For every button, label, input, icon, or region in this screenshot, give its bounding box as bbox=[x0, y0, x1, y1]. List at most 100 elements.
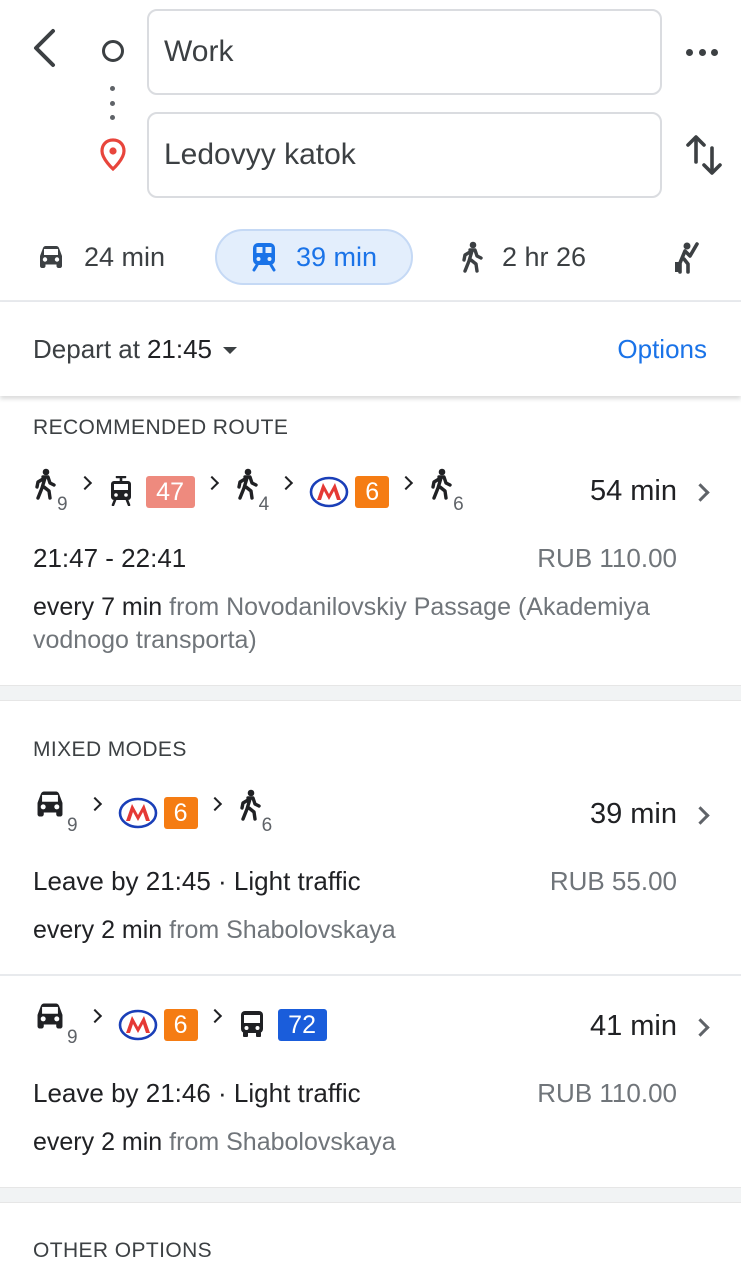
tram-icon bbox=[110, 476, 131, 506]
route-duration: 41 min bbox=[589, 1010, 677, 1042]
metro-line-badge: 6 bbox=[355, 476, 390, 508]
route-duration: 39 min bbox=[589, 798, 677, 830]
back-button[interactable] bbox=[26, 26, 62, 70]
swap-icon bbox=[686, 135, 722, 175]
route-dots-icon bbox=[110, 86, 116, 120]
section-separator bbox=[0, 1187, 741, 1203]
chevron-right-icon bbox=[77, 475, 92, 491]
more-dot-icon bbox=[686, 48, 693, 56]
mode-drive-time: 24 min bbox=[84, 241, 166, 272]
step-metro: 6 bbox=[118, 797, 198, 829]
metro-logo-icon bbox=[118, 1009, 157, 1041]
more-dot-icon bbox=[711, 48, 718, 56]
walk-icon bbox=[239, 789, 261, 821]
depart-time: 21:45 bbox=[146, 334, 213, 364]
step-car: 9 bbox=[33, 789, 78, 837]
drive-minutes: 9 bbox=[67, 1027, 78, 1048]
route-fare: RUB 55.00 bbox=[549, 866, 677, 896]
mode-tab-transit[interactable]: 39 min bbox=[215, 229, 413, 285]
route-frequency: every 2 min from Shabolovskaya bbox=[33, 914, 653, 947]
ride-hail-icon bbox=[675, 242, 699, 274]
directions-header: Work Ledovyy katok 24 min 39 min 2 hr 26 bbox=[0, 0, 741, 300]
route-card-mixed-2[interactable]: 9 6 72 41 min Leave by 21:46 · Light tra… bbox=[0, 990, 741, 1186]
step-walk: 4 bbox=[235, 468, 270, 516]
mode-tab-drive[interactable]: 24 min bbox=[36, 229, 165, 285]
route-card-mixed-1[interactable]: 9 6 6 39 min Leave by 21:45 · Light traf… bbox=[0, 778, 741, 974]
step-walk: 9 bbox=[33, 468, 68, 516]
card-divider bbox=[0, 974, 741, 976]
more-dot-icon bbox=[698, 48, 706, 56]
chevron-right-icon bbox=[204, 475, 219, 491]
depart-label: Depart at bbox=[33, 334, 140, 364]
departure-stop: from Shabolovskaya bbox=[169, 916, 396, 944]
walk-icon bbox=[431, 468, 452, 500]
step-car: 9 bbox=[33, 1001, 78, 1049]
route-card-recommended[interactable]: 9 47 4 6 6 54 min 21:47 - 22:41 RUB 110.… bbox=[0, 455, 741, 685]
frequency-text: every 2 min bbox=[33, 1128, 163, 1156]
walk-icon bbox=[236, 468, 258, 500]
metro-line-badge: 6 bbox=[163, 1009, 198, 1041]
depart-bar: Depart at 21:45 Options bbox=[0, 302, 741, 396]
walk-icon bbox=[462, 241, 483, 273]
drive-minutes: 9 bbox=[67, 815, 78, 836]
frequency-text: every 2 min bbox=[33, 916, 163, 944]
bus-line-badge: 72 bbox=[277, 1009, 327, 1041]
mode-tab-ride-hail[interactable] bbox=[672, 229, 702, 285]
options-button[interactable]: Options bbox=[617, 334, 707, 365]
chevron-right-icon bbox=[87, 1008, 102, 1024]
section-title-mixed: MIXED MODES bbox=[33, 738, 187, 761]
step-walk: 6 bbox=[238, 789, 273, 837]
chevron-right-icon bbox=[691, 483, 710, 502]
section-title-recommended: RECOMMENDED ROUTE bbox=[33, 416, 289, 439]
walk-minutes: 4 bbox=[258, 494, 270, 515]
destination-input[interactable]: Ledovyy katok bbox=[147, 112, 662, 198]
step-walk: 6 bbox=[429, 468, 464, 516]
chevron-right-icon bbox=[207, 1008, 222, 1024]
route-times: 21:47 - 22:41 bbox=[33, 543, 187, 573]
destination-pin-icon bbox=[99, 138, 127, 177]
route-steps: 9 47 4 6 6 bbox=[33, 467, 464, 517]
chevron-right-icon bbox=[279, 475, 294, 491]
walk-minutes: 9 bbox=[57, 494, 68, 515]
chevron-right-icon bbox=[691, 1018, 710, 1037]
route-steps: 9 6 6 bbox=[33, 788, 272, 838]
chevron-right-icon bbox=[399, 475, 414, 491]
route-frequency: every 7 min from Novodanilovskiy Passage… bbox=[33, 591, 653, 657]
bus-icon bbox=[240, 1011, 263, 1037]
route-times: Leave by 21:45 · Light traffic bbox=[33, 866, 361, 896]
back-arrow-icon bbox=[34, 29, 55, 67]
section-title-other: OTHER OPTIONS bbox=[33, 1239, 213, 1262]
step-tram: 47 bbox=[108, 476, 195, 508]
origin-circle-icon bbox=[102, 40, 124, 62]
depart-time-selector[interactable]: Depart at 21:45 bbox=[33, 334, 238, 365]
dropdown-caret-icon bbox=[223, 347, 238, 354]
origin-input[interactable]: Work bbox=[147, 9, 662, 95]
train-icon bbox=[252, 243, 276, 272]
car-icon bbox=[40, 246, 62, 268]
route-fare: RUB 110.00 bbox=[537, 1078, 677, 1108]
metro-logo-icon bbox=[309, 476, 349, 508]
mode-transit-time: 39 min bbox=[296, 241, 378, 272]
car-icon bbox=[37, 1003, 63, 1029]
walk-icon bbox=[35, 468, 56, 500]
metro-logo-icon bbox=[118, 797, 157, 829]
swap-directions-button[interactable] bbox=[684, 132, 724, 178]
mode-walk-time: 2 hr 26 bbox=[502, 241, 587, 272]
mode-tab-walk[interactable]: 2 hr 26 bbox=[460, 229, 586, 285]
walk-minutes: 6 bbox=[261, 815, 273, 836]
route-fare: RUB 110.00 bbox=[537, 543, 677, 573]
more-options-button[interactable] bbox=[682, 40, 722, 64]
departure-stop: from Shabolovskaya bbox=[169, 1128, 396, 1156]
section-separator bbox=[0, 685, 741, 701]
route-duration: 54 min bbox=[589, 475, 677, 507]
step-metro: 6 bbox=[309, 476, 390, 508]
walk-minutes: 6 bbox=[453, 494, 464, 515]
metro-line-badge: 6 bbox=[163, 797, 198, 829]
chevron-right-icon bbox=[691, 806, 710, 825]
frequency-text: every 7 min bbox=[33, 593, 163, 621]
step-metro: 6 bbox=[118, 1009, 198, 1041]
chevron-right-icon bbox=[87, 796, 102, 812]
route-steps: 9 6 72 bbox=[33, 1000, 327, 1050]
car-icon bbox=[37, 791, 63, 817]
route-times: Leave by 21:46 · Light traffic bbox=[33, 1078, 361, 1108]
